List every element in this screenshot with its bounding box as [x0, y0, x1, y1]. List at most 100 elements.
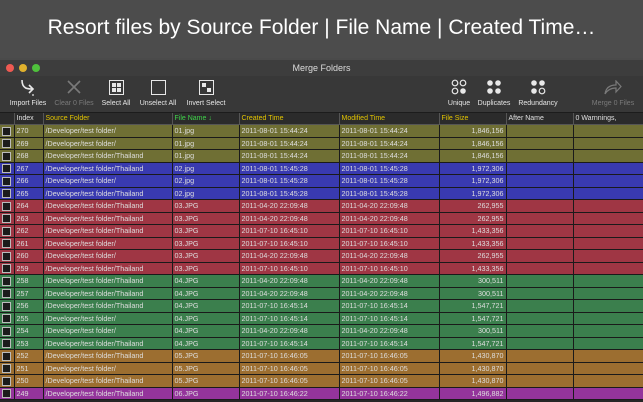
row-checkbox[interactable]: [2, 351, 12, 361]
column-header-source-folder[interactable]: Source Folder: [43, 113, 173, 125]
empty-square-icon: [150, 76, 166, 98]
invert-select-button[interactable]: Invert Select: [183, 76, 229, 112]
cell-warnings: [573, 349, 643, 363]
cell-created-time: 2011-08-01 15:45:28: [239, 174, 340, 188]
table-row[interactable]: 257/Developer/test folder/Thailand 04.JPG…: [0, 287, 643, 300]
row-checkbox-cell: [0, 324, 15, 338]
table-row[interactable]: 261/Developer/test folder/03.JPG 2011-07-…: [0, 237, 643, 250]
unique-button[interactable]: Unique: [444, 76, 474, 112]
row-checkbox[interactable]: [2, 126, 12, 136]
table-row[interactable]: 251/Developer/test folder/05.JPG 2011-07-…: [0, 362, 643, 375]
import-arrow-icon: [19, 76, 37, 98]
column-header-warnings[interactable]: 0 Warnnings,: [573, 113, 643, 125]
cell-created-time: 2011-08-01 15:45:28: [239, 187, 340, 200]
select-all-button[interactable]: Select All: [99, 76, 133, 112]
row-checkbox[interactable]: [2, 364, 12, 374]
table-row[interactable]: 252/Developer/test folder/Thailand 05.JPG…: [0, 349, 643, 363]
table-row[interactable]: 260/Developer/test folder/03.JPG 2011-04-…: [0, 249, 643, 263]
unselect-all-button[interactable]: Unselect All: [137, 76, 179, 112]
table-row[interactable]: 266/Developer/test folder/02.jpg 2011-08-…: [0, 174, 643, 188]
column-header-file-name[interactable]: File Name ↓: [172, 113, 240, 125]
table-row[interactable]: 253/Developer/test folder/Thailand 04.JPG…: [0, 337, 643, 350]
row-checkbox[interactable]: [2, 189, 12, 199]
column-header-modified-time[interactable]: Modified Time: [339, 113, 440, 125]
table-row[interactable]: 258/Developer/test folder/Thailand 04.JPG…: [0, 274, 643, 288]
row-checkbox[interactable]: [2, 214, 12, 224]
import-files-button[interactable]: Import Files: [7, 76, 49, 112]
cell-file-size: 262,955: [439, 249, 507, 263]
cell-after-name: [506, 274, 574, 288]
row-checkbox[interactable]: [2, 226, 12, 236]
cell-created-time: 2011-07-10 16:45:14: [239, 299, 340, 313]
clear-files-button[interactable]: Clear 0 Files: [51, 76, 97, 112]
row-checkbox[interactable]: [2, 164, 12, 174]
cell-source-folder: /Developer/test folder/Thailand: [43, 374, 173, 388]
cell-source-folder: /Developer/test folder/Thailand: [43, 199, 173, 213]
row-checkbox[interactable]: [2, 301, 12, 311]
cell-warnings: [573, 137, 643, 150]
row-checkbox[interactable]: [2, 151, 12, 161]
table-row[interactable]: 269/Developer/test folder/01.jpg 2011-08-…: [0, 137, 643, 150]
cell-index: 269: [14, 137, 44, 150]
table-row[interactable]: 265/Developer/test folder/Thailand 02.jpg…: [0, 187, 643, 200]
row-checkbox[interactable]: [2, 139, 12, 149]
cell-file-name: 04.JPG: [172, 324, 240, 338]
row-checkbox[interactable]: [2, 326, 12, 336]
row-checkbox[interactable]: [2, 289, 12, 299]
row-checkbox-cell: [0, 237, 15, 250]
cell-file-size: 1,430,870: [439, 349, 507, 363]
cell-index: 258: [14, 274, 44, 288]
cell-after-name: [506, 149, 574, 163]
cell-after-name: [506, 262, 574, 275]
row-checkbox[interactable]: [2, 376, 12, 386]
cell-file-name: 05.JPG: [172, 362, 240, 375]
row-checkbox[interactable]: [2, 201, 12, 211]
table-row[interactable]: 254/Developer/test folder/04.JPG 2011-04-…: [0, 324, 643, 338]
row-checkbox-cell: [0, 249, 15, 263]
cell-source-folder: /Developer/test folder/: [43, 362, 173, 375]
table-row[interactable]: 268/Developer/test folder/Thailand 01.jpg…: [0, 149, 643, 163]
cell-after-name: [506, 212, 574, 225]
cell-source-folder: /Developer/test folder/Thailand: [43, 349, 173, 363]
duplicates-button[interactable]: Duplicates: [475, 76, 513, 112]
table-row[interactable]: 263/Developer/test folder/Thailand 03.JPG…: [0, 212, 643, 225]
table-row[interactable]: 255/Developer/test folder/04.JPG 2011-07-…: [0, 312, 643, 325]
row-checkbox[interactable]: [2, 339, 12, 349]
redundancy-button[interactable]: Redundancy: [515, 76, 561, 112]
row-checkbox-cell: [0, 174, 15, 188]
row-checkbox[interactable]: [2, 276, 12, 286]
cell-file-size: 300,511: [439, 324, 507, 338]
column-header-file-size[interactable]: File Size: [439, 113, 507, 125]
cell-file-size: 1,433,356: [439, 224, 507, 238]
row-checkbox[interactable]: [2, 389, 12, 399]
cell-created-time: 2011-07-10 16:45:10: [239, 224, 340, 238]
column-header-after-name[interactable]: After Name: [506, 113, 574, 125]
cell-file-size: 1,433,356: [439, 237, 507, 250]
merge-files-button[interactable]: Merge 0 Files: [589, 76, 637, 112]
table-row[interactable]: 264/Developer/test folder/Thailand 03.JPG…: [0, 199, 643, 213]
table-row[interactable]: 256/Developer/test folder/Thailand 04.JPG…: [0, 299, 643, 313]
cell-created-time: 2011-07-10 16:45:10: [239, 237, 340, 250]
cell-file-size: 1,496,882: [439, 387, 507, 400]
cell-created-time: 2011-07-10 16:46:22: [239, 387, 340, 400]
column-header-checkbox[interactable]: [0, 113, 15, 125]
column-header-index[interactable]: Index: [14, 113, 44, 125]
table-row[interactable]: 267/Developer/test folder/Thailand 02.jpg…: [0, 162, 643, 175]
row-checkbox[interactable]: [2, 251, 12, 261]
table-row[interactable]: 249/Developer/test folder/Thailand 06.JPG…: [0, 387, 643, 400]
table-row[interactable]: 270/Developer/test folder/01.jpg 2011-08-…: [0, 124, 643, 138]
cell-source-folder: /Developer/test folder/Thailand: [43, 162, 173, 175]
row-checkbox-cell: [0, 124, 15, 138]
cell-file-size: 1,972,306: [439, 187, 507, 200]
cell-index: 250: [14, 374, 44, 388]
row-checkbox[interactable]: [2, 176, 12, 186]
table-row[interactable]: 250/Developer/test folder/Thailand 05.JPG…: [0, 374, 643, 388]
row-checkbox-cell: [0, 262, 15, 275]
column-header-created-time[interactable]: Created Time: [239, 113, 340, 125]
row-checkbox[interactable]: [2, 264, 12, 274]
cell-file-name: 05.JPG: [172, 374, 240, 388]
row-checkbox[interactable]: [2, 239, 12, 249]
row-checkbox[interactable]: [2, 314, 12, 324]
table-row[interactable]: 259/Developer/test folder/Thailand 03.JPG…: [0, 262, 643, 275]
table-row[interactable]: 262/Developer/test folder/Thailand 03.JPG…: [0, 224, 643, 238]
